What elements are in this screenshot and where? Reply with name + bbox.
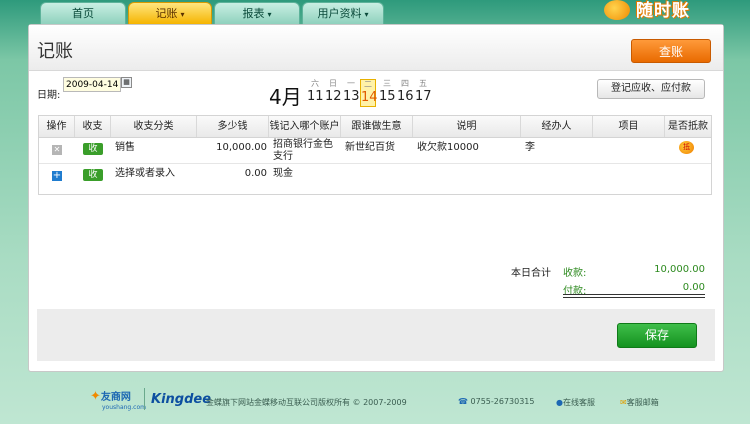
- chevron-down-icon: ▾: [267, 10, 272, 19]
- expense-value: 0.00: [682, 282, 705, 293]
- column-header: 跟谁做生意: [341, 116, 413, 137]
- column-header: 是否抵款: [668, 121, 708, 132]
- tab-home[interactable]: 首页: [40, 2, 126, 24]
- day-16[interactable]: 四 16: [397, 79, 414, 105]
- calendar-icon[interactable]: ▦: [121, 77, 132, 88]
- delete-icon[interactable]: ✕: [52, 145, 62, 155]
- day-11[interactable]: 六 11: [307, 79, 324, 105]
- youshang-logo-text: 友商网: [100, 392, 131, 403]
- tab-home-label: 首页: [72, 7, 94, 20]
- email-service-link[interactable]: ✉客服邮箱: [620, 397, 659, 408]
- column-header: 钱记入哪个账户: [269, 116, 341, 137]
- day-number: 13: [343, 89, 360, 104]
- mascot-icon: [604, 0, 630, 20]
- weekday-label: 四: [401, 79, 409, 88]
- category-cell[interactable]: 销售: [115, 142, 135, 154]
- page-title: 记账: [37, 41, 73, 62]
- bookkeeping-panel: 记账 查账 日期: ▦ 4月 六 11 日 12 一 13 二 14 三 15 …: [28, 24, 724, 372]
- note-cell[interactable]: 收欠款10000: [417, 142, 479, 154]
- current-month: 4月: [269, 85, 302, 109]
- column-header: 收支: [75, 116, 111, 137]
- weekday-label: 三: [383, 79, 391, 88]
- chat-icon: ●: [556, 398, 563, 407]
- day-12[interactable]: 日 12: [325, 79, 342, 105]
- day-15[interactable]: 三 15: [379, 79, 396, 105]
- daily-total-label: 本日合计: [511, 268, 551, 279]
- day-17[interactable]: 五 17: [415, 79, 432, 105]
- handler-cell[interactable]: 李: [525, 142, 535, 154]
- top-navigation: 首页 记账 ▾ 报表 ▾ 用户资料 ▾ 随时账: [0, 0, 750, 30]
- weekday-label: 六: [311, 79, 319, 88]
- site-footer: ✦友商网 youshang.com Kingdee 金蝶旗下网站金蝶移动互联公司…: [0, 384, 750, 424]
- tab-reports[interactable]: 报表 ▾: [214, 2, 300, 24]
- income-label: 收款:: [563, 268, 587, 279]
- tab-bookkeeping[interactable]: 记账 ▾: [128, 2, 212, 24]
- mail-icon: ✉: [620, 398, 627, 407]
- type-badge[interactable]: 收: [83, 169, 103, 181]
- column-header: 多少钱: [197, 116, 269, 137]
- kingdee-logo[interactable]: Kingdee: [151, 392, 211, 407]
- phone-number: 0755-26730315: [470, 397, 535, 406]
- email-service-label: 客服邮箱: [626, 398, 659, 407]
- account-cell[interactable]: 招商银行金色 支行: [273, 139, 333, 163]
- online-service-label: 在线客服: [562, 398, 595, 407]
- partner-cell[interactable]: 新世纪百货: [345, 142, 395, 154]
- table-header: 操作 收支 收支分类 多少钱 钱记入哪个账户 跟谁做生意 说明 经办人 项目 是…: [39, 116, 711, 138]
- youshang-logo[interactable]: ✦友商网 youshang.com: [90, 388, 146, 411]
- panel-header: 记账 查账: [29, 25, 723, 71]
- date-label: 日期:: [37, 90, 61, 101]
- footer-divider: [144, 388, 145, 410]
- save-bar: 保存: [37, 309, 715, 361]
- add-icon[interactable]: +: [52, 171, 62, 181]
- entries-table: 操作 收支 收支分类 多少钱 钱记入哪个账户 跟谁做生意 说明 经办人 项目 是…: [38, 115, 712, 195]
- tab-user-profile-label: 用户资料: [317, 7, 362, 20]
- column-header: 操作: [39, 116, 75, 137]
- type-badge[interactable]: 收: [83, 143, 103, 155]
- day-14-selected[interactable]: 二 14: [360, 79, 378, 107]
- column-header: 说明: [413, 116, 521, 137]
- person-icon: ✦: [90, 389, 101, 404]
- day-number: 14: [361, 90, 378, 105]
- tab-bookkeeping-label: 记账: [155, 7, 178, 20]
- amount-cell[interactable]: 10,000.00: [197, 142, 267, 154]
- weekday-label: 一: [347, 79, 355, 88]
- youshang-logo-sub: youshang.com: [102, 404, 146, 411]
- brand-name: 随时账: [636, 1, 690, 21]
- table-row: + 收 选择或者录入 0.00 现金: [39, 164, 711, 190]
- day-number: 17: [415, 89, 432, 104]
- query-accounts-button[interactable]: 查账: [631, 39, 711, 63]
- tab-user-profile[interactable]: 用户资料 ▾: [302, 2, 384, 24]
- register-receivables-button[interactable]: 登记应收、应付款: [597, 79, 705, 99]
- amount-cell[interactable]: 0.00: [197, 168, 267, 180]
- weekday-label: 二: [364, 80, 372, 89]
- category-cell[interactable]: 选择或者录入: [115, 168, 175, 180]
- offset-icon[interactable]: 抵: [679, 141, 694, 154]
- day-13[interactable]: 一 13: [343, 79, 360, 105]
- phone-info: ☎ 0755-26730315: [458, 397, 534, 406]
- account-name-cont: 支行: [273, 151, 293, 162]
- copyright-text: 金蝶旗下网站金蝶移动互联公司版权所有 © 2007-2009: [206, 398, 407, 407]
- tab-reports-label: 报表: [242, 7, 265, 20]
- account-name: 招商银行金色: [273, 139, 333, 150]
- day-number: 11: [307, 89, 324, 104]
- save-button[interactable]: 保存: [617, 323, 697, 348]
- income-value: 10,000.00: [654, 264, 705, 275]
- chevron-down-icon: ▾: [180, 10, 185, 19]
- column-header: 收支分类: [111, 116, 197, 137]
- weekday-label: 日: [329, 79, 337, 88]
- total-underline: [563, 294, 705, 298]
- day-number: 16: [397, 89, 414, 104]
- column-header: 经办人: [521, 116, 593, 137]
- weekday-label: 五: [419, 79, 427, 88]
- online-service-link[interactable]: ●在线客服: [556, 397, 595, 408]
- column-header: 项目: [593, 116, 665, 137]
- table-row: ✕ 收 销售 10,000.00 招商银行金色 支行 新世纪百货 收欠款1000…: [39, 138, 711, 164]
- account-cell[interactable]: 现金: [273, 168, 293, 180]
- brand-logo: 随时账: [600, 0, 750, 22]
- day-number: 12: [325, 89, 342, 104]
- day-number: 15: [379, 89, 396, 104]
- chevron-down-icon: ▾: [364, 10, 369, 19]
- date-input[interactable]: [63, 77, 121, 92]
- phone-icon: ☎: [458, 397, 468, 406]
